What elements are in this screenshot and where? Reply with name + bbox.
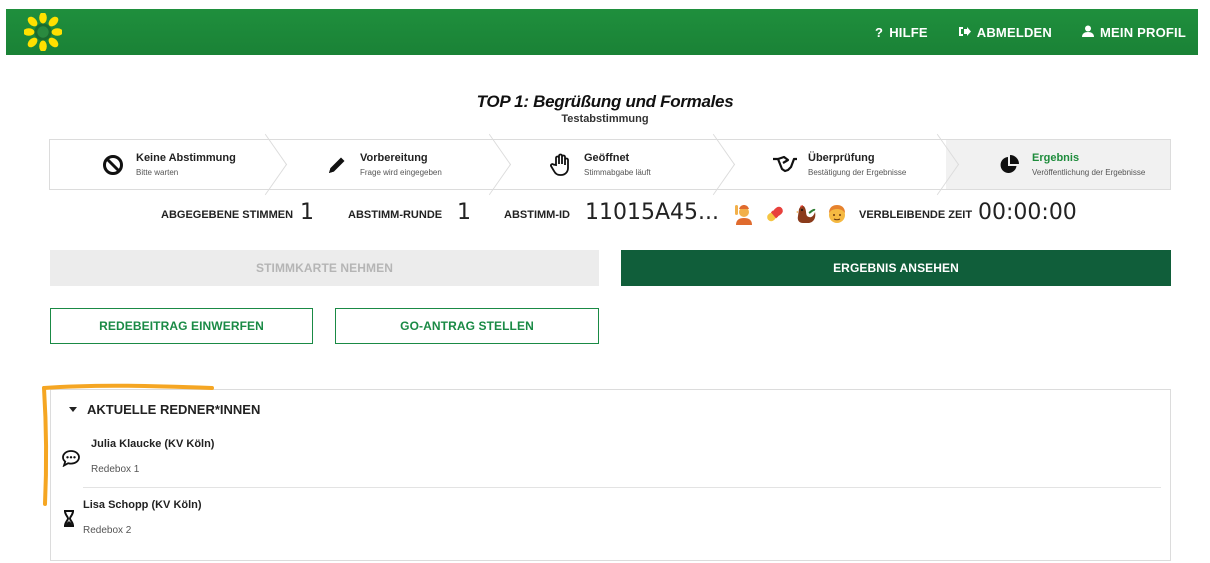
person-raising-hand-emoji (735, 205, 752, 225)
step-name: Geöffnet (584, 152, 630, 164)
current-speakers-panel: AKTUELLE REDNER*INNEN Julia Klaucke (KV … (50, 389, 1171, 561)
logout-icon (958, 25, 971, 40)
voting-status-stepper: Keine Abstimmung Bitte warten Vorbereitu… (49, 139, 1171, 190)
page-subtitle: Testabstimmung (561, 113, 649, 125)
go-motion-button[interactable]: GO-ANTRAG STELLEN (335, 308, 599, 344)
step-name: Vorbereitung (360, 152, 428, 164)
step-name: Überprüfung (808, 152, 875, 164)
step-name: Ergebnis (1032, 152, 1080, 164)
speakers-panel-toggle[interactable]: AKTUELLE REDNER*INNEN (69, 402, 260, 417)
profile-link[interactable]: MEIN PROFIL (1082, 25, 1186, 40)
speaker-name: Julia Klaucke (KV Köln) (91, 438, 215, 450)
user-icon (1082, 25, 1095, 40)
question-icon: ? (875, 24, 884, 40)
step-keine-abstimmung: Keine Abstimmung Bitte warten (50, 140, 274, 189)
help-label: HILFE (889, 24, 928, 40)
vote-round-value: 1 (457, 200, 471, 225)
take-ballot-button[interactable]: STIMMKARTE NEHMEN (50, 250, 599, 286)
step-description: Bestätigung der Ergebnisse (808, 168, 907, 177)
step-description: Bitte warten (136, 168, 179, 177)
ban-icon (100, 152, 126, 178)
rooster-emoji (796, 205, 816, 223)
votes-cast-label: ABGEGEBENE STIMMEN (161, 209, 294, 221)
step-geoeffnet: Geöffnet Stimmabgabe läuft (498, 140, 722, 189)
step-vorbereitung: Vorbereitung Frage wird eingegeben (274, 140, 498, 189)
step-description: Stimmabgabe läuft (584, 168, 651, 177)
speaker-divider (83, 487, 1161, 488)
step-name: Keine Abstimmung (136, 152, 236, 164)
speaker-name: Lisa Schopp (KV Köln) (83, 499, 202, 511)
page-title: TOP 1: Begrüßung und Formales (476, 92, 734, 111)
hand-icon (548, 152, 574, 178)
vote-id-label: ABSTIMM-ID (504, 209, 570, 221)
caret-down-icon (69, 407, 77, 412)
vote-id-value: 11015A45... (585, 200, 720, 225)
step-description: Frage wird eingegeben (360, 168, 442, 177)
step-description: Veröffentlichung der Ergebnisse (1032, 168, 1146, 177)
speakers-heading: AKTUELLE REDNER*INNEN (87, 402, 261, 417)
votes-cast-value: 1 (300, 200, 314, 225)
remaining-time-value: 00:00:00 (978, 200, 1077, 225)
top-navigation-bar: ? HILFE ABMELDEN MEIN PROFIL (6, 9, 1198, 55)
step-ergebnis: Ergebnis Veröffentlichung der Ergebnisse (946, 140, 1170, 189)
hourglass-icon (63, 510, 75, 527)
pie-chart-icon (996, 152, 1022, 178)
speaker-box: Redebox 2 (83, 525, 132, 536)
speech-bubble-icon (62, 450, 80, 467)
vote-round-label: ABSTIMM-RUNDE (348, 209, 443, 221)
vote-stats-row: ABGEGEBENE STIMMEN 1 ABSTIMM-RUNDE 1 ABS… (0, 200, 1210, 230)
logout-label: ABMELDEN (976, 24, 1053, 40)
emoji-row (733, 203, 857, 225)
view-result-button[interactable]: ERGEBNIS ANSEHEN (621, 250, 1171, 286)
step-ueberpruefung: Überprüfung Bestätigung der Ergebnisse (722, 140, 946, 189)
handshake-icon (772, 152, 798, 178)
sunflower-icon[interactable] (24, 13, 62, 51)
pencil-icon (324, 152, 350, 178)
person-emoji (829, 205, 845, 223)
speaker-box: Redebox 1 (91, 464, 140, 475)
logout-link[interactable]: ABMELDEN (958, 25, 1052, 40)
profile-label: MEIN PROFIL (1100, 24, 1186, 40)
remaining-time-label: VERBLEIBENDE ZEIT (859, 209, 973, 221)
contribute-speech-button[interactable]: REDEBEITRAG EINWERFEN (50, 308, 313, 344)
help-link[interactable]: ? HILFE (875, 25, 928, 40)
pill-emoji (767, 206, 783, 222)
